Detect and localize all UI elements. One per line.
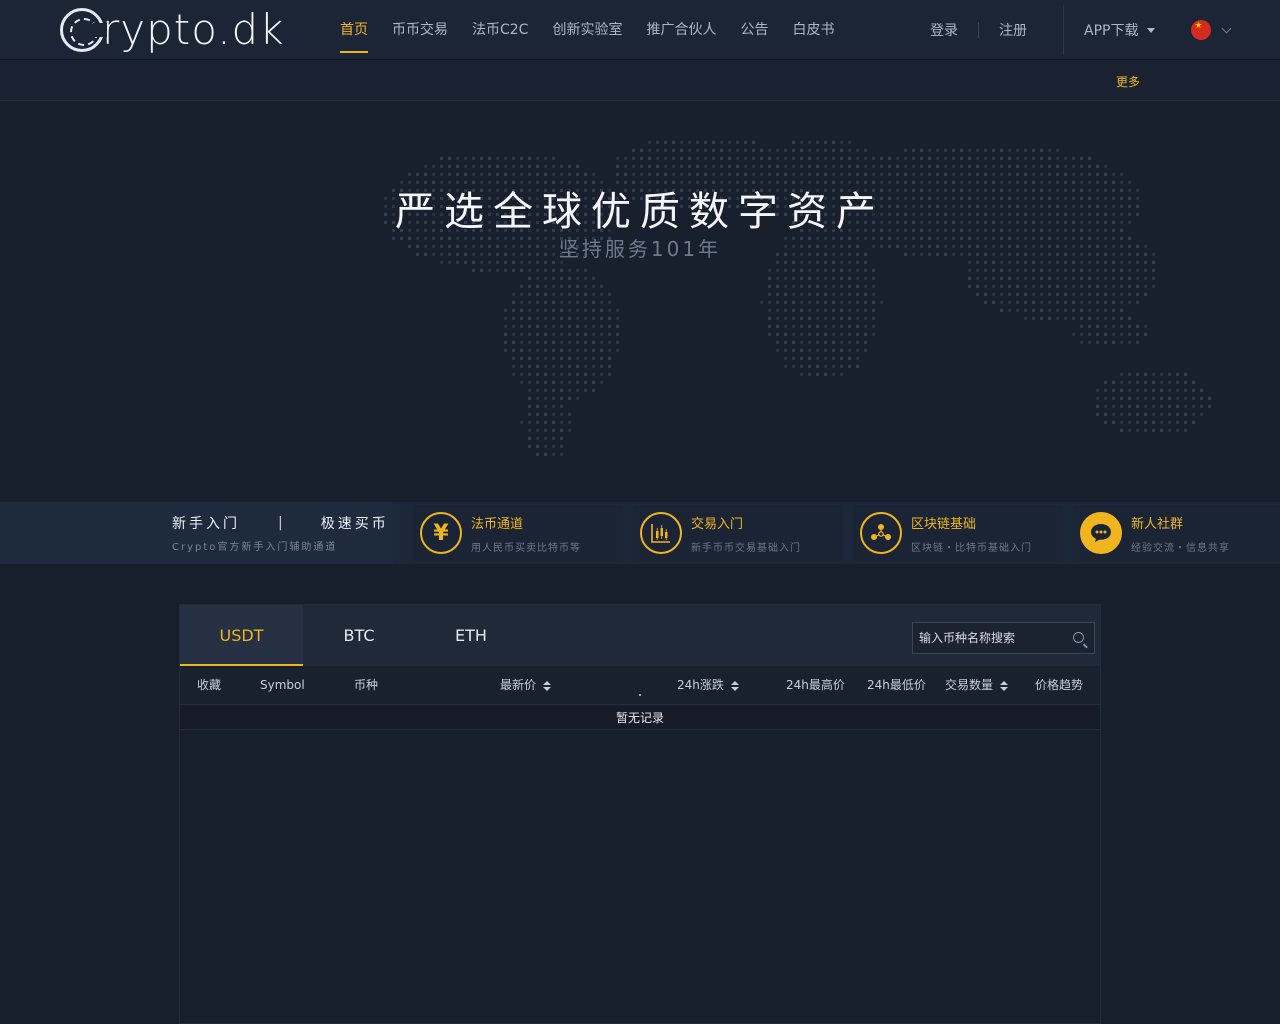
nav-whitepaper[interactable]: 白皮书 [792,0,834,60]
market-table-header: 收藏 Symbol 币种 最新价 24h涨跌 24h最高价 24h最低价 交易数… [180,666,1100,705]
quick-link-blockchain[interactable]: 区块链基础 区块链・比特币基础入门 [853,505,1063,561]
chat-bubble-icon [1080,512,1122,554]
col-volume-label: 交易数量 [945,678,994,692]
quick-link-title: 交易入门 [691,516,744,532]
tab-eth[interactable]: ETH [415,605,527,666]
divider [978,22,979,38]
world-map-image [384,141,1211,456]
nav-c2c[interactable]: 法币C2C [472,0,528,60]
top-header: rypto.dk 首页 币币交易 法币C2C 创新实验室 推广合伙人 公告 白皮… [0,0,1280,60]
login-link[interactable]: 登录 [930,20,958,40]
logo-emblem-icon [60,8,107,52]
guide-links: 新手入门 | 极速买币 [172,513,389,533]
site-logo[interactable]: rypto.dk [60,4,284,56]
sort-icon[interactable] [543,680,552,691]
quick-link-trading-intro[interactable]: 交易入门 新手币币交易基础入门 [633,505,843,561]
market-table-panel: USDT BTC ETH 收藏 Symbol 币种 最新价 24h涨跌 24h最… [179,604,1101,1024]
nav-spot-trading[interactable]: 币币交易 [392,0,448,60]
hero-banner: 严选全球优质数字资产 坚持服务101年 [0,101,1280,502]
hero-title: 严选全球优质数字资产 [395,189,885,235]
col-symbol: Symbol [260,666,305,705]
guide-separator: | [278,515,283,531]
col-favorite: 收藏 [197,666,221,705]
quick-link-desc: 用人民币买卖比特币等 [471,542,581,554]
loading-indicator-dot [639,694,641,696]
quick-link-fiat[interactable]: ¥ 法币通道 用人民币买卖比特币等 [413,505,623,561]
china-flag-icon[interactable] [1191,20,1212,40]
quick-link-desc: 区块链・比特币基础入门 [911,542,1032,554]
coin-search-box [912,622,1095,654]
sort-icon[interactable] [730,680,739,691]
nav-innovation-lab[interactable]: 创新实验室 [552,0,622,60]
col-low-24h: 24h最低价 [867,666,926,705]
register-link[interactable]: 注册 [999,20,1027,40]
nav-announcements[interactable]: 公告 [740,0,768,60]
col-coin: 币种 [354,666,378,705]
beginner-link[interactable]: 新手入门 [172,513,240,533]
quick-link-community[interactable]: 新人社群 经验交流・信息共享 [1073,505,1280,561]
quick-link-desc: 经验交流・信息共享 [1131,542,1230,554]
more-link[interactable]: 更多 [1116,73,1140,90]
col-coin-label: 币种 [354,678,379,692]
quick-link-title: 区块链基础 [911,516,977,532]
search-icon[interactable] [1073,632,1084,643]
quick-links-band: 新手入门 | 极速买币 Crypto官方新手入门辅助通道 ¥ 法币通道 用人民币… [0,502,1280,564]
empty-state-text: 暂无记录 [180,706,1100,730]
col-favorite-label: 收藏 [197,678,222,692]
quick-buy-link[interactable]: 极速买币 [321,513,389,533]
col-symbol-label: Symbol [260,678,305,692]
tab-usdt[interactable]: USDT [180,605,303,666]
guide-description: Crypto官方新手入门辅助通道 [172,542,338,553]
app-download-dropdown[interactable]: APP下载 [1084,20,1156,40]
candlestick-chart-icon [640,512,682,554]
quick-link-title: 新人社群 [1131,516,1184,532]
sort-icon[interactable] [1000,680,1009,691]
tab-btc[interactable]: BTC [303,605,415,666]
col-trend: 价格趋势 [1035,666,1083,705]
col-change-24h[interactable]: 24h涨跌 [677,666,739,705]
app-download-label: APP下载 [1084,23,1139,39]
chevron-down-icon[interactable] [1222,23,1232,33]
col-volume[interactable]: 交易数量 [945,666,1009,705]
header-actions: 登录 注册 APP下载 [930,0,1232,60]
blockchain-icon [860,512,902,554]
beginner-guide: 新手入门 | 极速买币 Crypto官方新手入门辅助通道 [0,502,393,564]
quick-link-desc: 新手币币交易基础入门 [691,542,801,554]
logo-text: rypto.dk [102,5,285,54]
main-nav: 首页 币币交易 法币C2C 创新实验室 推广合伙人 公告 白皮书 [340,0,858,60]
caret-down-icon [1147,27,1156,33]
announcement-bar: 更多 [0,60,1280,101]
col-last-price-label: 最新价 [500,678,537,692]
nav-partner[interactable]: 推广合伙人 [646,0,716,60]
col-last-price[interactable]: 最新价 [500,666,552,705]
col-high-label: 24h最高价 [786,678,845,692]
nav-home[interactable]: 首页 [340,0,368,60]
coin-search-input[interactable] [913,623,1063,653]
quick-link-title: 法币通道 [471,516,524,532]
divider [1063,5,1064,55]
col-low-label: 24h最低价 [867,678,926,692]
col-trend-label: 价格趋势 [1035,678,1084,692]
hero-subtitle: 坚持服务101年 [558,237,722,261]
col-change-label: 24h涨跌 [677,678,724,692]
market-tabs-bar: USDT BTC ETH [180,605,1100,666]
col-high-24h: 24h最高价 [786,666,845,705]
yen-icon: ¥ [420,512,462,554]
